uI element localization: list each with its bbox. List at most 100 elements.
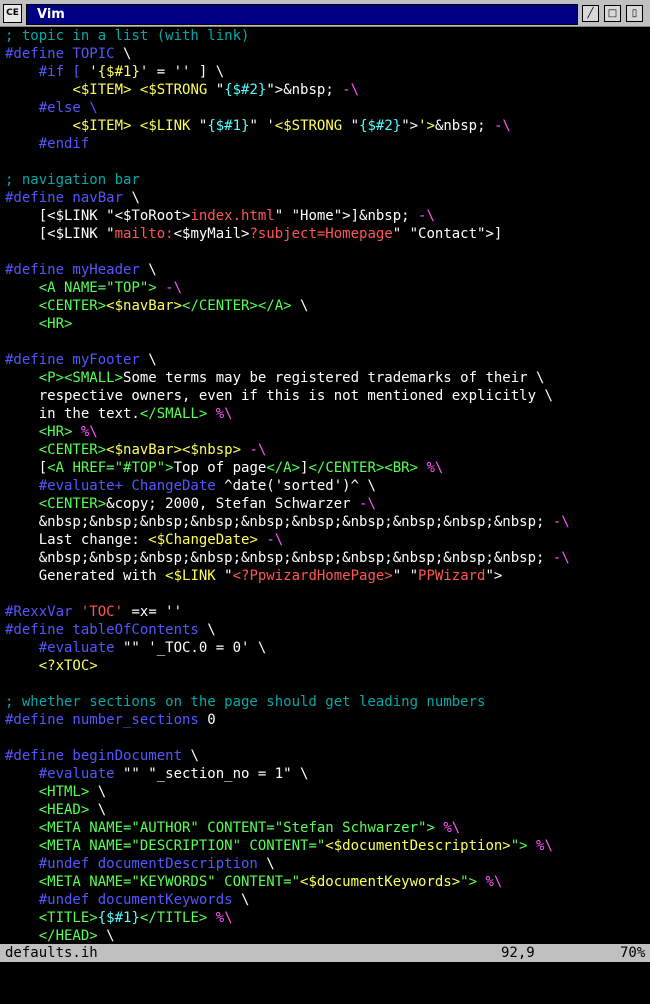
code-line[interactable]: <A NAME="TOP"> -\ <box>0 279 650 297</box>
code-line[interactable]: <P><SMALL>Some terms may be registered t… <box>0 369 650 387</box>
code-line[interactable]: <META NAME="DESCRIPTION" CONTENT="<$docu… <box>0 837 650 855</box>
code-token: {$#1} <box>97 910 140 926</box>
code-line[interactable]: #else \ <box>0 99 650 117</box>
code-line[interactable]: #undef documentDescription \ <box>0 855 650 873</box>
code-line[interactable]: <HR> %\ <box>0 423 650 441</box>
code-line[interactable] <box>0 729 650 747</box>
code-line[interactable]: [<A HREF="#TOP">Top of page</A>]</CENTER… <box>0 459 650 477</box>
code-line[interactable]: <$ITEM> <$LINK "{$#1}" '<$STRONG "{$#2}"… <box>0 117 650 135</box>
code-token: \ <box>89 802 107 818</box>
code-line[interactable]: #evaluate "" "_section_no = 1" \ <box>0 765 650 783</box>
code-token: "> <box>485 568 503 584</box>
code-line[interactable]: [<$LINK "mailto:<$myMail>?subject=Homepa… <box>0 225 650 243</box>
code-token: "> <box>510 838 528 854</box>
code-line[interactable] <box>0 243 650 261</box>
code-line[interactable]: <CENTER><$navBar><$nbsp> -\ <box>0 441 650 459</box>
code-line[interactable]: &nbsp;&nbsp;&nbsp;&nbsp;&nbsp;&nbsp;&nbs… <box>0 549 650 567</box>
code-token: ; navigation bar <box>5 172 140 188</box>
status-cursor-position: 92,9 <box>501 945 535 961</box>
code-line[interactable]: #define TOPIC \ <box>0 45 650 63</box>
code-token: %\ <box>215 406 233 422</box>
code-line[interactable]: <TITLE>{$#1}</TITLE> %\ <box>0 909 650 927</box>
code-line[interactable] <box>0 585 650 603</box>
code-line[interactable]: #define beginDocument \ <box>0 747 650 765</box>
code-token: Last change: <box>5 532 149 548</box>
code-line[interactable]: <HEAD> \ <box>0 801 650 819</box>
code-line[interactable]: #undef documentKeywords \ <box>0 891 650 909</box>
code-line[interactable]: #define tableOfContents \ <box>0 621 650 639</box>
code-line[interactable]: [<$LINK "<$ToRoot>index.html" "Home">]&n… <box>0 207 650 225</box>
code-line[interactable]: #define number_sections 0 <box>0 711 650 729</box>
code-token: </CENTER><BR> <box>308 460 419 476</box>
code-line[interactable]: #evaluate "" '_TOC.0 = 0' \ <box>0 639 650 657</box>
title-area[interactable]: Vim <box>26 4 578 25</box>
code-line[interactable]: #define myHeader \ <box>0 261 650 279</box>
code-line[interactable]: <HR> <box>0 315 650 333</box>
code-token: ' <box>80 64 98 80</box>
code-line[interactable]: #define navBar \ <box>0 189 650 207</box>
code-line[interactable]: ; whether sections on the page should ge… <box>0 693 650 711</box>
code-line[interactable]: #endif <box>0 135 650 153</box>
code-line[interactable]: <CENTER>&copy; 2000, Stefan Schwarzer -\ <box>0 495 650 513</box>
code-line[interactable] <box>0 153 650 171</box>
code-line[interactable]: Generated with <$LINK "<?PpwizardHomePag… <box>0 567 650 585</box>
code-line[interactable]: #if [ '{$#1}' = '' ] \ <box>0 63 650 81</box>
code-line[interactable]: Last change: <$ChangeDate> -\ <box>0 531 650 549</box>
minimize-button[interactable]: ╱ <box>582 5 599 22</box>
code-token: <A NAME="TOP"> <box>38 280 157 296</box>
code-token: mailto: <box>114 226 174 242</box>
code-line[interactable]: #evaluate+ ChangeDate ^date('sorted')^ \ <box>0 477 650 495</box>
code-line[interactable]: respective owners, even if this is not m… <box>0 387 650 405</box>
code-line[interactable]: ; navigation bar <box>0 171 650 189</box>
code-line[interactable]: ; topic in a list (with link) <box>0 27 650 45</box>
code-token: <HTML> <box>38 784 90 800</box>
code-line[interactable]: #define myFooter \ <box>0 351 650 369</box>
code-token: ; topic in a list (with link) <box>5 28 250 44</box>
code-line[interactable]: <?xTOC> <box>0 657 650 675</box>
code-line[interactable]: &nbsp;&nbsp;&nbsp;&nbsp;&nbsp;&nbsp;&nbs… <box>0 513 650 531</box>
code-line[interactable]: </HEAD> \ <box>0 927 650 944</box>
code-line[interactable]: <HTML> \ <box>0 783 650 801</box>
editor-buffer[interactable]: ; topic in a list (with link) #define TOP… <box>0 27 650 944</box>
code-token: \ <box>139 352 157 368</box>
code-token: \ <box>139 262 157 278</box>
status-filename: defaults.ih <box>5 945 98 961</box>
code-token: 0 <box>198 712 216 728</box>
code-token: {$#1} <box>97 64 140 80</box>
code-token: <$ITEM> <box>72 82 132 98</box>
code-token: <P><SMALL> <box>38 370 124 386</box>
code-line[interactable]: <$ITEM> <$STRONG "{$#2}">&nbsp; -\ <box>0 81 650 99</box>
code-token: {$#2} <box>224 82 267 98</box>
code-line[interactable]: in the text.</SMALL> %\ <box>0 405 650 423</box>
maximize-button[interactable]: □ <box>604 5 621 22</box>
code-line[interactable]: <CENTER><$navBar></CENTER></A> \ <box>0 297 650 315</box>
code-line[interactable] <box>0 675 650 693</box>
code-line[interactable]: <META NAME="KEYWORDS" CONTENT="<$documen… <box>0 873 650 891</box>
command-line[interactable] <box>0 962 650 1004</box>
code-token: #undef documentDescription <box>38 856 258 872</box>
code-token: \ <box>198 622 216 638</box>
title-bar[interactable]: CE Vim ╱ □ ▯ <box>0 0 650 27</box>
code-line[interactable]: #RexxVar 'TOC' =x= '' <box>0 603 650 621</box>
code-line[interactable] <box>0 333 650 351</box>
close-button[interactable]: ▯ <box>626 5 643 22</box>
code-token: ; whether sections on the page should ge… <box>5 694 486 710</box>
code-token: <?xTOC> <box>38 658 98 674</box>
code-token: <CENTER> <box>38 496 107 512</box>
vim-app-icon[interactable]: CE <box>3 4 22 23</box>
code-line[interactable]: <META NAME="AUTHOR" CONTENT="Stefan Schw… <box>0 819 650 837</box>
code-token: \ <box>97 928 115 944</box>
code-token: {$#2} <box>359 118 402 134</box>
code-token: <HEAD> <box>38 802 90 818</box>
